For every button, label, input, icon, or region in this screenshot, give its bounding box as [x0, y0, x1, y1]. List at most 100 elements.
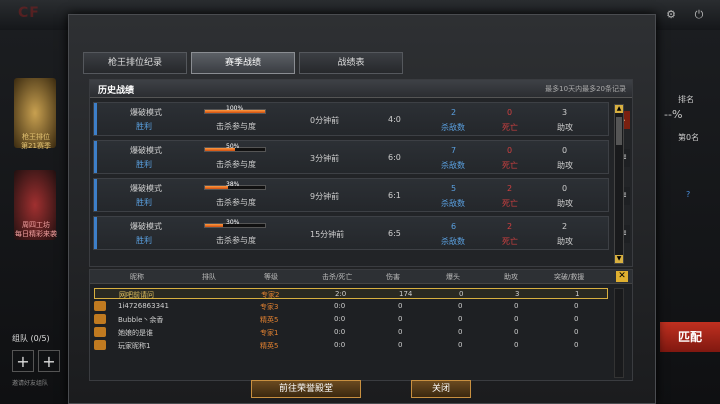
col-name: 昵称 [130, 273, 144, 281]
tab-rank-record[interactable]: 枪王排位纪录 [83, 52, 187, 74]
player-headshot: 0 [459, 290, 464, 298]
table-row[interactable]: 她娘的是谁 专家1 0:0 0 0 0 0 [94, 327, 608, 338]
history-row[interactable]: 爆破模式胜利100%击杀参与度0分钟前4:02杀敌数0死亡3助攻⌄ [93, 102, 630, 136]
kills-value: 5 [451, 184, 457, 193]
metric-label: 击杀参与度 [216, 198, 256, 207]
deaths-value: 2 [507, 184, 513, 193]
power-icon[interactable]: ⏻ [692, 8, 706, 22]
score-label: 4:0 [388, 115, 401, 124]
time-label: 3分钟前 [310, 154, 340, 163]
scroll-thumb[interactable] [616, 117, 622, 145]
time-label: 0分钟前 [310, 116, 340, 125]
col-kd: 击杀/死亡 [322, 273, 353, 281]
col-breakthrough: 突破/救援 [554, 273, 585, 281]
history-title: 历史战绩 [98, 86, 135, 96]
result-label: 胜利 [136, 160, 152, 169]
mode-label: 爆破模式 [130, 184, 162, 193]
participation-pct: 38% [226, 181, 240, 188]
col-level: 等级 [264, 273, 278, 281]
score-label: 6:5 [388, 229, 401, 238]
add-member-button[interactable]: + [12, 350, 34, 372]
row-accent [94, 179, 97, 211]
player-name: Bubble丶余香 [118, 316, 164, 324]
kills-label: 杀敌数 [441, 199, 465, 208]
table-row[interactable]: Bubble丶余香 精英5 0:0 0 0 0 0 [94, 314, 608, 325]
row-accent [94, 217, 97, 249]
deaths-label: 死亡 [502, 123, 518, 132]
player-kd: 0:0 [334, 328, 346, 336]
table-header: 昵称 排队 等级 击杀/死亡 伤害 爆头 助攻 突破/救援 ✕ [90, 270, 632, 284]
player-breakthrough: 0 [574, 328, 579, 336]
tab-season-record[interactable]: 赛季战绩 [191, 52, 295, 74]
rank-place: 第0名 [678, 133, 700, 142]
player-breakthrough: 0 [574, 302, 579, 310]
kills-value: 6 [451, 222, 457, 231]
table-row[interactable]: 1i4726863341 专家3 0:0 0 0 0 0 [94, 301, 608, 312]
participation-pct: 50% [226, 143, 240, 150]
assists-label: 助攻 [557, 123, 573, 132]
assists-value: 0 [562, 184, 568, 193]
metric-label: 击杀参与度 [216, 236, 256, 245]
player-kd: 0:0 [334, 302, 346, 310]
history-header: 历史战绩 最多10天内最多20条记录 [90, 80, 632, 98]
score-label: 6:0 [388, 153, 401, 162]
player-name: 1i4726863341 [118, 302, 169, 310]
col-headshot: 爆头 [446, 273, 460, 281]
kills-value: 2 [451, 108, 457, 117]
avatar [94, 301, 106, 311]
player-headshot: 0 [458, 328, 463, 336]
player-level: 专家1 [260, 329, 279, 337]
scroll-down-icon[interactable]: ▼ [615, 255, 623, 263]
player-assist: 3 [515, 290, 520, 298]
col-damage: 伤害 [386, 273, 400, 281]
table-row[interactable]: 网吧前请问 专家2 2:0 174 0 3 1 [94, 288, 608, 299]
honor-hall-button[interactable]: 前往荣誉殿堂 [251, 380, 361, 398]
player-damage: 0 [398, 302, 403, 310]
mode-label: 爆破模式 [130, 222, 162, 231]
settings-icon[interactable]: ⚙ [664, 8, 678, 22]
table-scrollbar[interactable] [614, 288, 624, 378]
deaths-label: 死亡 [502, 237, 518, 246]
history-row[interactable]: 爆破模式胜利30%击杀参与度15分钟前6:56杀敌数2死亡2助攻≡ [93, 216, 630, 250]
close-icon[interactable]: ✕ [616, 271, 628, 282]
player-level: 专家2 [261, 291, 280, 299]
player-kd: 0:0 [334, 341, 346, 349]
squad-label: 组队 (0/5) [12, 334, 50, 343]
match-detail-table: 昵称 排队 等级 击杀/死亡 伤害 爆头 助攻 突破/救援 ✕ 网吧前请问 专家2… [89, 269, 633, 381]
history-note: 最多10天内最多20条记录 [545, 85, 626, 93]
player-level: 专家3 [260, 303, 279, 311]
player-headshot: 0 [458, 302, 463, 310]
deaths-label: 死亡 [502, 161, 518, 170]
metric-label: 击杀参与度 [216, 122, 256, 131]
row-accent [94, 103, 97, 135]
scroll-up-icon[interactable]: ▲ [615, 105, 623, 113]
player-damage: 0 [398, 315, 403, 323]
participation-fill [205, 186, 228, 189]
player-name: 网吧前请问 [119, 291, 154, 299]
rank-percent: --% [664, 108, 683, 121]
table-row[interactable]: 玩家昵称1 精英5 0:0 0 0 0 0 [94, 340, 608, 351]
player-name: 玩家昵称1 [118, 342, 151, 350]
history-row[interactable]: 爆破模式胜利38%击杀参与度9分钟前6:15杀敌数2死亡0助攻≡ [93, 178, 630, 212]
result-label: 胜利 [136, 122, 152, 131]
tab-record-table[interactable]: 战绩表 [299, 52, 403, 74]
player-level: 精英5 [260, 316, 279, 324]
history-row[interactable]: 爆破模式胜利50%击杀参与度3分钟前6:07杀敌数0死亡0助攻≡ [93, 140, 630, 174]
player-headshot: 0 [458, 341, 463, 349]
history-scrollbar[interactable]: ▲ ▼ [614, 104, 624, 264]
game-logo: CF [18, 5, 40, 21]
match-button[interactable]: 匹配 [660, 322, 720, 352]
close-button[interactable]: 关闭 [411, 380, 471, 398]
player-assist: 0 [514, 328, 519, 336]
mode-label: 爆破模式 [130, 146, 162, 155]
player-headshot: 0 [458, 315, 463, 323]
result-label: 胜利 [136, 236, 152, 245]
kills-label: 杀敌数 [441, 237, 465, 246]
add-member-button-2[interactable]: + [38, 350, 60, 372]
assists-value: 3 [562, 108, 568, 117]
player-damage: 0 [398, 341, 403, 349]
deaths-value: 0 [507, 108, 513, 117]
help-icon[interactable]: ? [686, 190, 690, 199]
time-label: 9分钟前 [310, 192, 340, 201]
player-breakthrough: 0 [574, 315, 579, 323]
